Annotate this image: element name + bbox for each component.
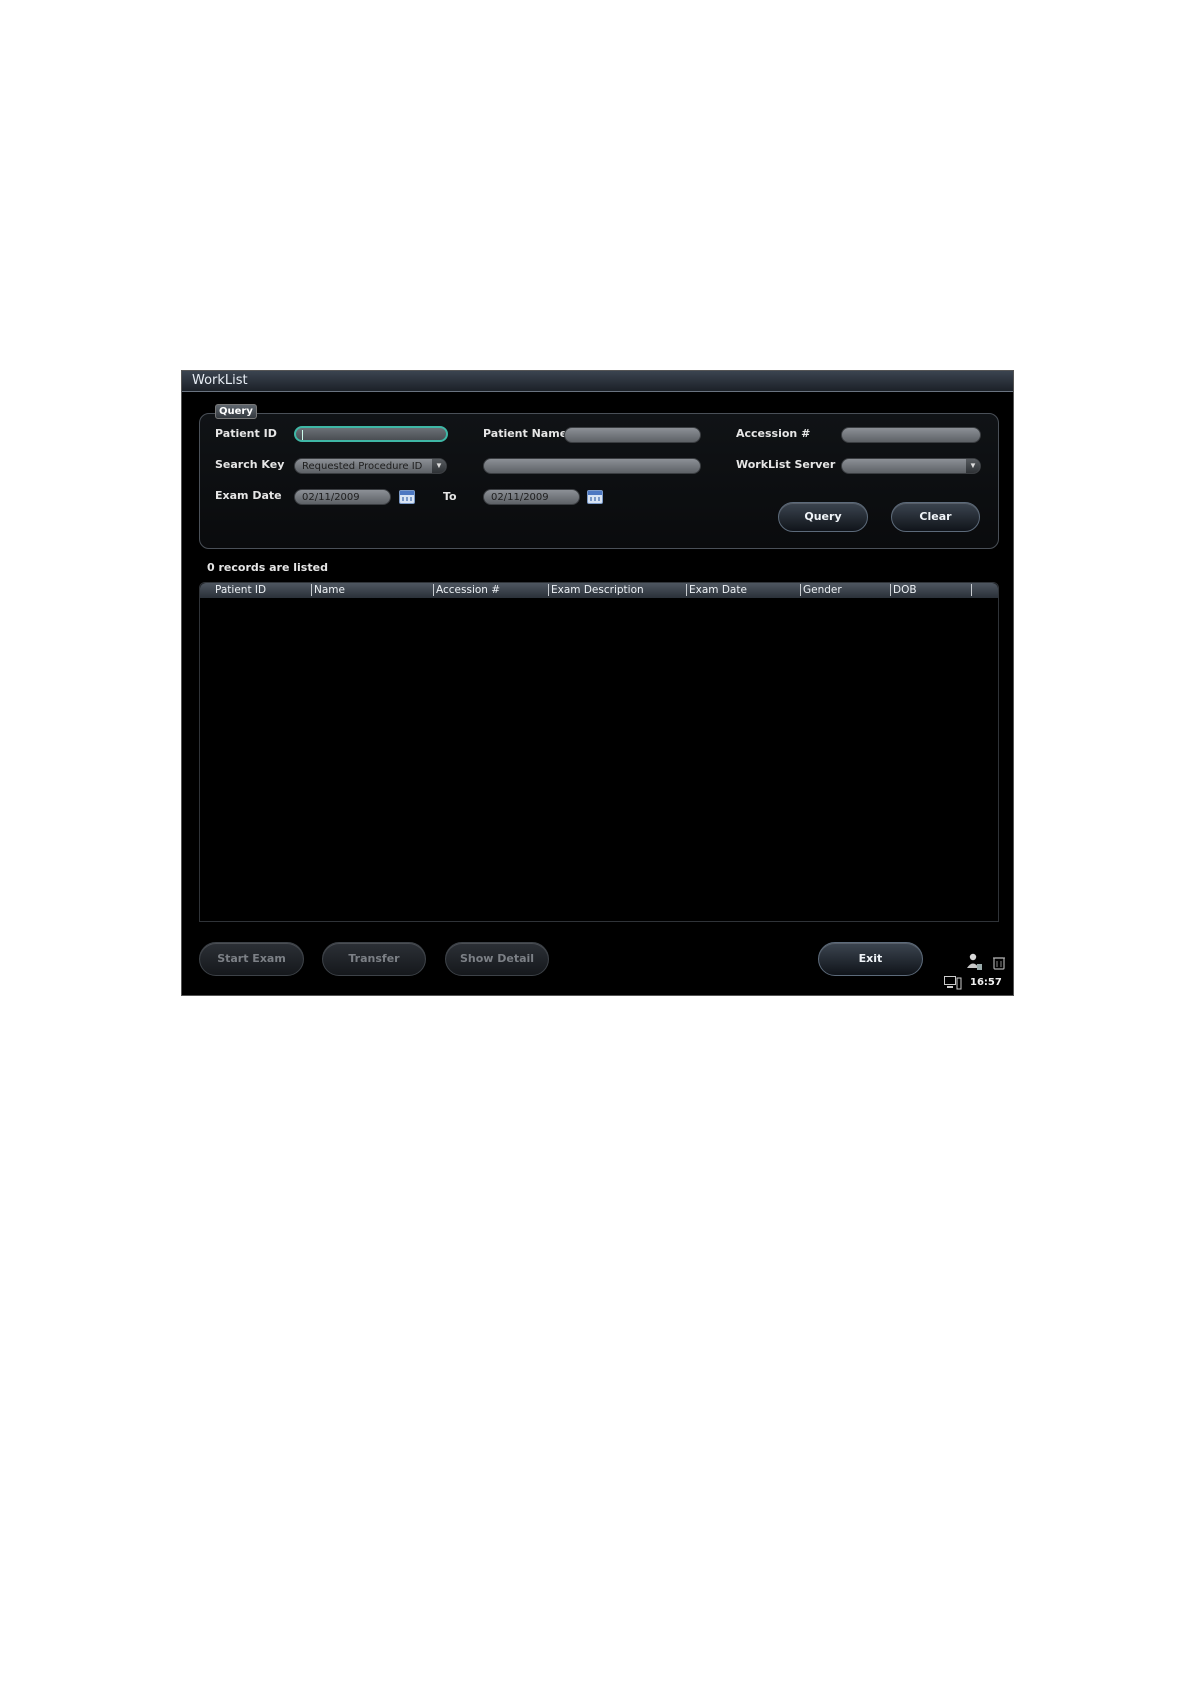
column-header-accession[interactable]: Accession #: [433, 584, 500, 596]
column-header-divider: [971, 584, 977, 596]
exam-date-from-field[interactable]: [294, 489, 391, 505]
column-header-patient-id[interactable]: Patient ID: [215, 584, 266, 596]
search-key-value: Requested Procedure ID: [302, 461, 423, 472]
window-title: WorkList: [192, 373, 248, 388]
search-key-select[interactable]: Requested Procedure ID ▼: [294, 458, 447, 474]
worklist-server-select[interactable]: ▼: [841, 458, 981, 474]
exit-button[interactable]: Exit: [818, 942, 923, 976]
column-header-dob[interactable]: DOB: [890, 584, 917, 596]
accession-label: Accession #: [736, 427, 811, 440]
transfer-button[interactable]: Transfer: [322, 942, 426, 976]
patient-id-input[interactable]: [303, 429, 438, 443]
start-exam-button[interactable]: Start Exam: [199, 942, 304, 976]
patient-id-label: Patient ID: [215, 427, 277, 440]
exam-date-to-input[interactable]: [491, 491, 571, 505]
search-key-value-field[interactable]: [483, 458, 701, 474]
trash-icon[interactable]: [992, 955, 1006, 970]
show-detail-button[interactable]: Show Detail: [445, 942, 549, 976]
patient-name-label: Patient Name: [483, 427, 568, 440]
exam-date-to-field[interactable]: [483, 489, 580, 505]
chevron-down-icon[interactable]: ▼: [966, 459, 980, 473]
search-key-input[interactable]: [491, 460, 692, 474]
search-key-label: Search Key: [215, 458, 285, 471]
column-header-exam-date[interactable]: Exam Date: [686, 584, 747, 596]
accession-field[interactable]: [841, 427, 981, 443]
calendar-icon[interactable]: [587, 490, 603, 504]
worklist-window: WorkList Query Patient ID Patient Name A…: [181, 370, 1014, 996]
exam-date-from-input[interactable]: [302, 491, 382, 505]
clear-button[interactable]: Clear: [891, 502, 980, 532]
patient-name-field[interactable]: [564, 427, 701, 443]
chevron-down-icon[interactable]: ▼: [432, 459, 446, 473]
accession-input[interactable]: [849, 429, 972, 443]
query-legend: Query: [215, 404, 257, 419]
column-header-gender[interactable]: Gender: [800, 584, 842, 596]
calendar-icon[interactable]: [399, 490, 415, 504]
table-header: Patient ID Name Accession # Exam Descrip…: [200, 583, 998, 598]
patient-name-input[interactable]: [572, 429, 692, 443]
column-header-name[interactable]: Name: [311, 584, 345, 596]
monitor-icon[interactable]: [944, 976, 962, 990]
column-header-exam-description[interactable]: Exam Description: [548, 584, 644, 596]
records-count: 0 records are listed: [207, 561, 328, 574]
exam-date-label: Exam Date: [215, 489, 282, 502]
title-bar: WorkList: [182, 371, 1013, 392]
clock-time: 16:57: [970, 977, 1002, 988]
worklist-server-label: WorkList Server: [736, 458, 836, 471]
query-button[interactable]: Query: [778, 502, 868, 532]
user-icon[interactable]: [967, 953, 983, 971]
patient-id-field[interactable]: [294, 426, 448, 443]
exam-date-to-label: To: [443, 490, 457, 503]
worklist-table[interactable]: Patient ID Name Accession # Exam Descrip…: [199, 582, 999, 922]
